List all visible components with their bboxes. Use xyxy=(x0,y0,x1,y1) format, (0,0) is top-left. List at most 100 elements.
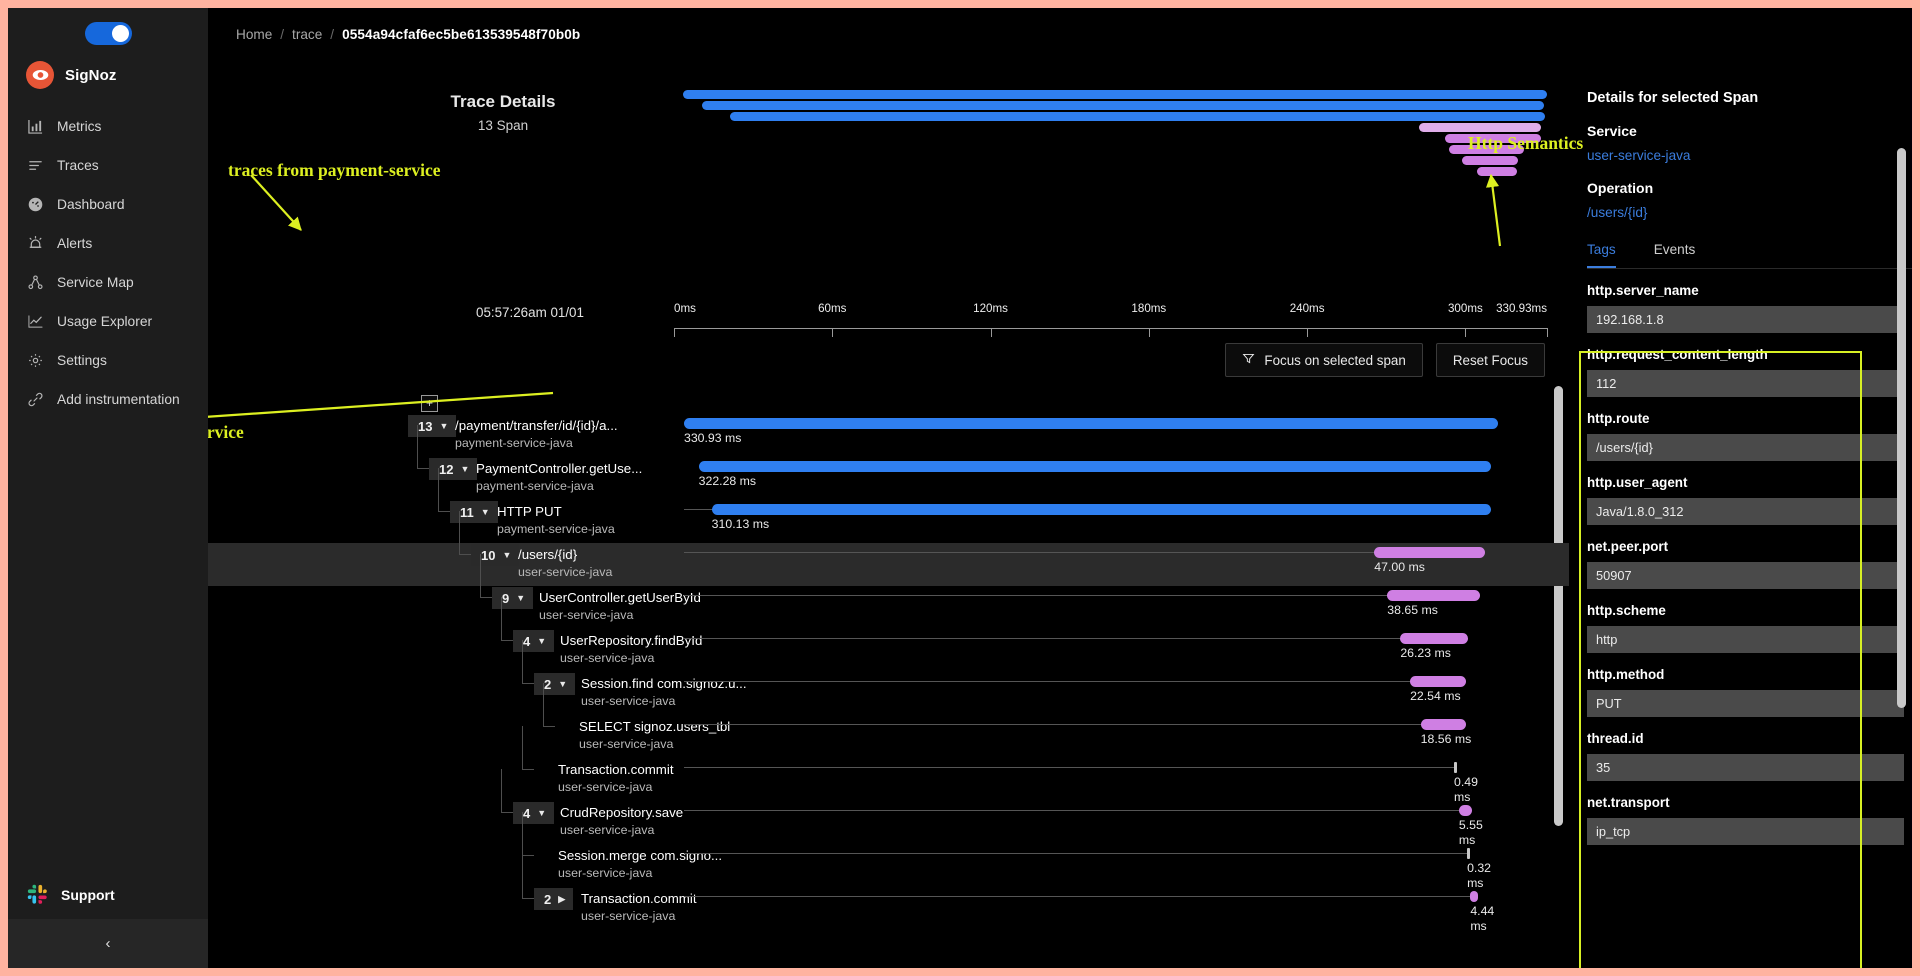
span-row[interactable] xyxy=(208,758,1569,801)
operation-label: Operation xyxy=(1587,180,1654,196)
sidebar-item-metrics[interactable]: Metrics xyxy=(8,107,208,146)
span-collapse-chip[interactable]: 2 ▶ xyxy=(534,888,574,910)
tree-connector xyxy=(501,640,513,641)
span-duration-label: 4.44 ms xyxy=(1470,904,1495,933)
expand-all-button[interactable]: + xyxy=(421,395,438,412)
span-operation-name[interactable]: UserRepository.findById xyxy=(560,633,702,648)
reset-focus-button[interactable]: Reset Focus xyxy=(1435,343,1545,377)
tree-connector xyxy=(417,425,418,468)
chevron-down-icon: ▼ xyxy=(502,550,512,560)
span-child-count: 4 xyxy=(523,805,531,821)
overview-bar xyxy=(729,112,1546,121)
span-duration-bar[interactable] xyxy=(1470,891,1479,902)
signoz-logo-icon xyxy=(26,61,54,89)
tag-key: thread.id xyxy=(1587,731,1644,746)
tag-key: http.method xyxy=(1587,667,1665,682)
span-duration-label: 38.65 ms xyxy=(1387,603,1438,617)
span-collapse-chip[interactable]: 11 ▼ xyxy=(450,501,498,523)
span-row[interactable] xyxy=(208,715,1569,758)
service-value-link[interactable]: user-service-java xyxy=(1587,148,1912,163)
breadcrumb-home[interactable]: Home xyxy=(236,27,272,42)
annotation-user-service: traces from user-service xyxy=(208,422,244,442)
chevron-left-icon: ‹ xyxy=(105,935,111,952)
span-row[interactable] xyxy=(208,629,1569,672)
span-row[interactable] xyxy=(208,844,1569,887)
sidebar-item-dashboard[interactable]: Dashboard xyxy=(8,185,208,224)
brand[interactable]: SigNoz xyxy=(8,55,208,107)
span-duration-bar[interactable] xyxy=(698,461,1492,472)
span-operation-name[interactable]: CrudRepository.save xyxy=(560,805,683,820)
axis-tick-label: 0ms xyxy=(674,302,696,315)
tag-value: 35 xyxy=(1587,754,1904,781)
span-row[interactable] xyxy=(208,887,1569,930)
details-scrollbar[interactable] xyxy=(1897,148,1906,708)
tag-value: ip_tcp xyxy=(1587,818,1904,845)
breadcrumb-trace[interactable]: trace xyxy=(292,27,322,42)
span-operation-name[interactable]: PaymentController.getUse... xyxy=(476,461,642,476)
span-duration-bar[interactable] xyxy=(711,504,1492,515)
span-service-name: user-service-java xyxy=(581,694,676,708)
span-duration-bar[interactable] xyxy=(1420,719,1467,730)
chevron-down-icon: ▼ xyxy=(537,636,547,646)
span-row[interactable] xyxy=(208,543,1569,586)
tag-key: net.transport xyxy=(1587,795,1670,810)
sidebar-item-usage-explorer[interactable]: Usage Explorer xyxy=(8,302,208,341)
span-operation-name[interactable]: HTTP PUT xyxy=(497,504,562,519)
span-duration-label: 26.23 ms xyxy=(1400,646,1451,660)
tree-connector xyxy=(543,683,544,726)
span-duration-bar[interactable] xyxy=(1458,805,1472,816)
span-duration-bar[interactable] xyxy=(1410,676,1467,687)
span-collapse-chip[interactable]: 9 ▼ xyxy=(492,587,534,609)
sidebar-item-settings[interactable]: Settings xyxy=(8,341,208,380)
link-icon xyxy=(27,391,44,408)
sidebar-item-alerts[interactable]: Alerts xyxy=(8,224,208,263)
tag-key: http.scheme xyxy=(1587,603,1666,618)
span-duration-bar[interactable] xyxy=(684,418,1498,429)
overview-bar xyxy=(1477,167,1517,176)
tab-tags[interactable]: Tags xyxy=(1587,242,1616,268)
span-duration-bar[interactable] xyxy=(1454,762,1458,773)
span-duration-bar[interactable] xyxy=(1387,590,1481,601)
span-duration-label: 18.56 ms xyxy=(1420,732,1472,746)
span-operation-name[interactable]: Session.find com.signoz.u... xyxy=(581,676,747,691)
span-collapse-chip[interactable]: 10 ▼ xyxy=(471,544,520,566)
axis-tick xyxy=(1465,328,1467,337)
span-row[interactable] xyxy=(208,672,1569,715)
tab-events[interactable]: Events xyxy=(1654,242,1696,268)
axis-tick-label: 120ms xyxy=(973,302,1008,315)
span-operation-name[interactable]: Session.merge com.signo... xyxy=(558,848,722,863)
span-operation-name[interactable]: UserController.getUserById xyxy=(539,590,701,605)
axis-tick xyxy=(832,328,834,337)
support-button[interactable]: Support xyxy=(8,871,208,919)
span-collapse-chip[interactable]: 12 ▼ xyxy=(429,458,478,480)
theme-toggle[interactable] xyxy=(84,22,132,45)
sidebar-item-service-map[interactable]: Service Map xyxy=(8,263,208,302)
trace-overview-minimap[interactable] xyxy=(683,90,1547,190)
span-duration-bar[interactable] xyxy=(1374,547,1485,558)
span-row[interactable] xyxy=(208,586,1569,629)
span-operation-name[interactable]: /payment/transfer/id/{id}/a... xyxy=(455,418,618,433)
span-duration-bar[interactable] xyxy=(1400,633,1468,644)
sidebar-item-add-instrumentation[interactable]: Add instrumentation xyxy=(8,380,208,419)
span-collapse-chip[interactable]: 4 ▼ xyxy=(513,630,555,652)
span-child-count: 12 xyxy=(439,461,454,477)
sidebar-item-traces[interactable]: Traces xyxy=(8,146,208,185)
content-row: Trace Details 13 Span 05:57:26am 01/01 0… xyxy=(208,60,1912,968)
span-duration-bar[interactable] xyxy=(1467,848,1471,859)
span-operation-name[interactable]: SELECT signoz.users_tbl xyxy=(579,719,730,734)
span-row[interactable] xyxy=(208,801,1569,844)
span-operation-name[interactable]: Transaction.commit xyxy=(558,762,674,777)
span-collapse-chip[interactable]: 2 ▼ xyxy=(534,673,576,695)
operation-value-link[interactable]: /users/{id} xyxy=(1587,205,1912,220)
span-service-name: user-service-java xyxy=(539,608,634,622)
span-child-count: 10 xyxy=(481,547,496,563)
span-operation-name[interactable]: /users/{id} xyxy=(518,547,577,562)
tag-value: /users/{id} xyxy=(1587,434,1904,461)
focus-on-selected-span-button[interactable]: Focus on selected span xyxy=(1225,343,1423,377)
span-operation-name[interactable]: Transaction.commit xyxy=(581,891,697,906)
tree-connector xyxy=(501,597,502,640)
span-collapse-chip[interactable]: 4 ▼ xyxy=(513,802,555,824)
sidebar-collapse-button[interactable]: ‹ xyxy=(8,919,208,968)
overview-bar xyxy=(683,90,1547,99)
span-collapse-chip[interactable]: 13 ▼ xyxy=(408,415,457,437)
